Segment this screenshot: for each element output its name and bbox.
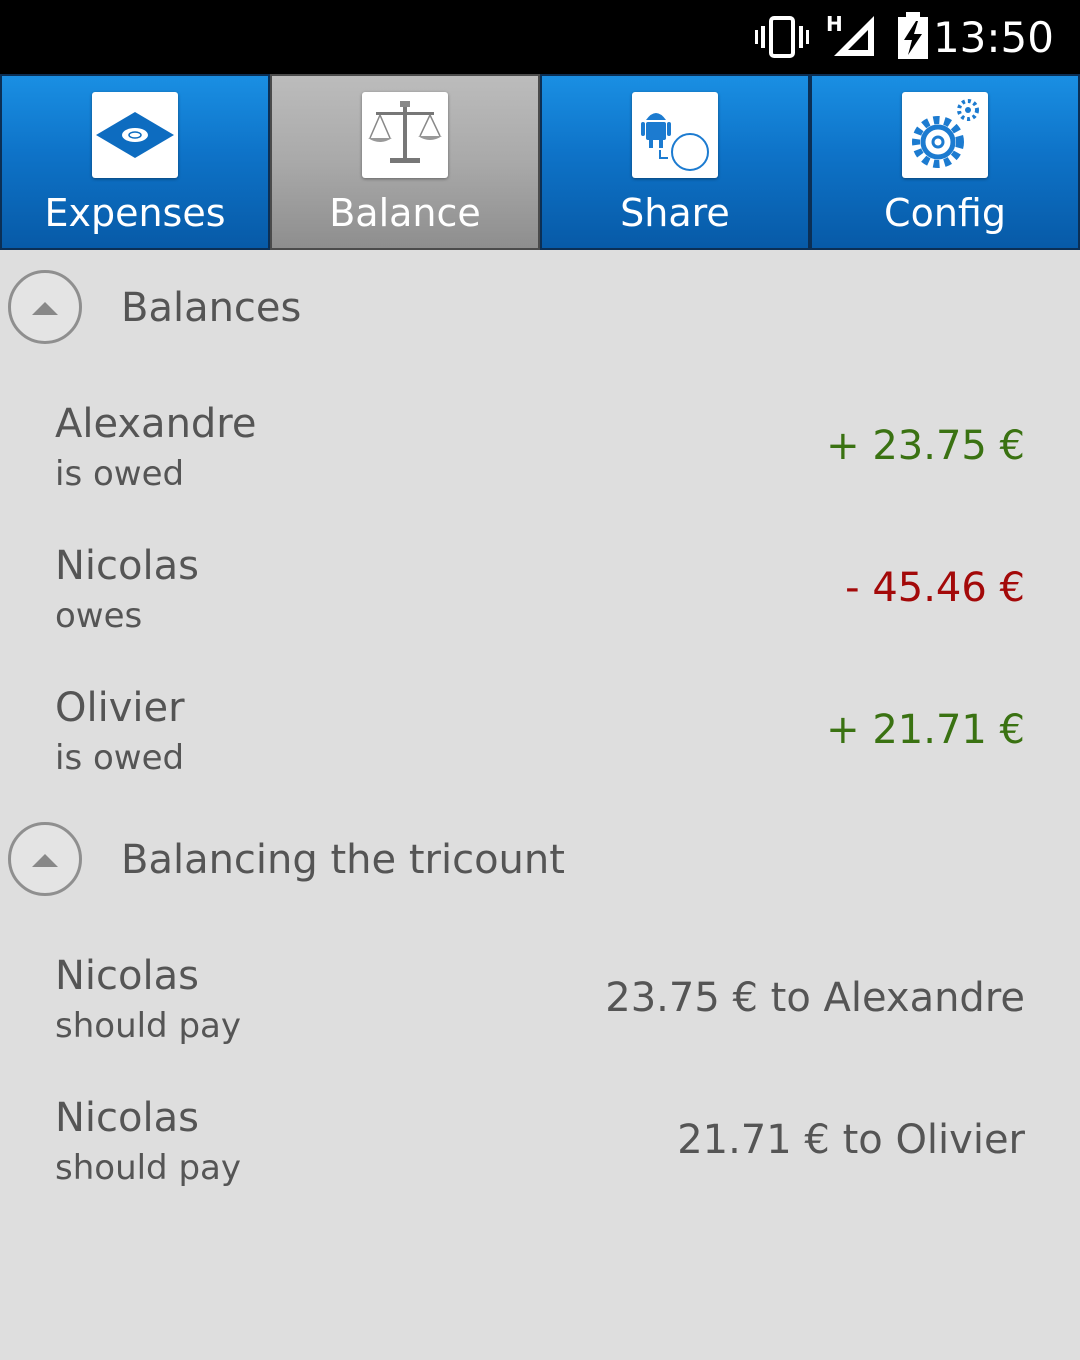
- collapse-balances-button[interactable]: [8, 270, 82, 344]
- balance-status: owes: [55, 596, 143, 636]
- tab-config[interactable]: Config: [810, 74, 1080, 250]
- balance-row: Nicolas owes - 45.46 €: [0, 538, 1080, 668]
- tab-label: Balance: [329, 191, 481, 235]
- person-name: Olivier: [55, 685, 185, 731]
- tab-share[interactable]: Share: [540, 74, 810, 250]
- settlement-status: should pay: [55, 1148, 241, 1188]
- gear-icon: [902, 92, 988, 178]
- expenses-icon: [92, 92, 178, 178]
- balance-amount: + 21.71 €: [826, 707, 1025, 753]
- collapse-balancing-button[interactable]: [8, 822, 82, 896]
- settlement-status: should pay: [55, 1006, 241, 1046]
- balance-status: is owed: [55, 738, 185, 778]
- balance-row: Olivier is owed + 21.71 €: [0, 680, 1080, 810]
- chevron-up-icon: [32, 854, 58, 867]
- person-name: Nicolas: [55, 1095, 199, 1141]
- person-name: Nicolas: [55, 953, 199, 999]
- tab-label: Expenses: [44, 191, 226, 235]
- settlement-row: Nicolas should pay 21.71 € to Olivier: [0, 1090, 1080, 1220]
- balances-section-header[interactable]: Balances: [0, 260, 1080, 360]
- settlement-amount: 21.71 € to Olivier: [677, 1117, 1025, 1163]
- balance-amount: + 23.75 €: [826, 423, 1025, 469]
- vibrate-icon: [755, 14, 811, 64]
- status-bar: H 13:50: [0, 0, 1080, 74]
- balancing-section-header[interactable]: Balancing the tricount: [0, 812, 1080, 912]
- settlement-amount: 23.75 € to Alexandre: [605, 975, 1025, 1021]
- balance-amount: - 45.46 €: [845, 565, 1025, 611]
- section-title: Balancing the tricount: [121, 837, 565, 883]
- battery-charging-icon: [896, 12, 930, 64]
- tab-bar: Expenses Balance Share Config: [0, 74, 1080, 250]
- balance-row: Alexandre is owed + 23.75 €: [0, 396, 1080, 526]
- signal-icon: [828, 14, 876, 62]
- tab-label: Share: [620, 191, 730, 235]
- balance-status: is owed: [55, 454, 185, 494]
- person-name: Alexandre: [55, 401, 257, 447]
- chevron-up-icon: [32, 302, 58, 315]
- tab-expenses[interactable]: Expenses: [0, 74, 270, 250]
- section-title: Balances: [121, 285, 302, 331]
- clock: 13:50: [932, 13, 1054, 62]
- tab-balance[interactable]: Balance: [270, 74, 540, 250]
- share-android-icon: [632, 92, 718, 178]
- tab-label: Config: [884, 191, 1006, 235]
- settlement-row: Nicolas should pay 23.75 € to Alexandre: [0, 948, 1080, 1078]
- balance-scale-icon: [362, 92, 448, 178]
- person-name: Nicolas: [55, 543, 199, 589]
